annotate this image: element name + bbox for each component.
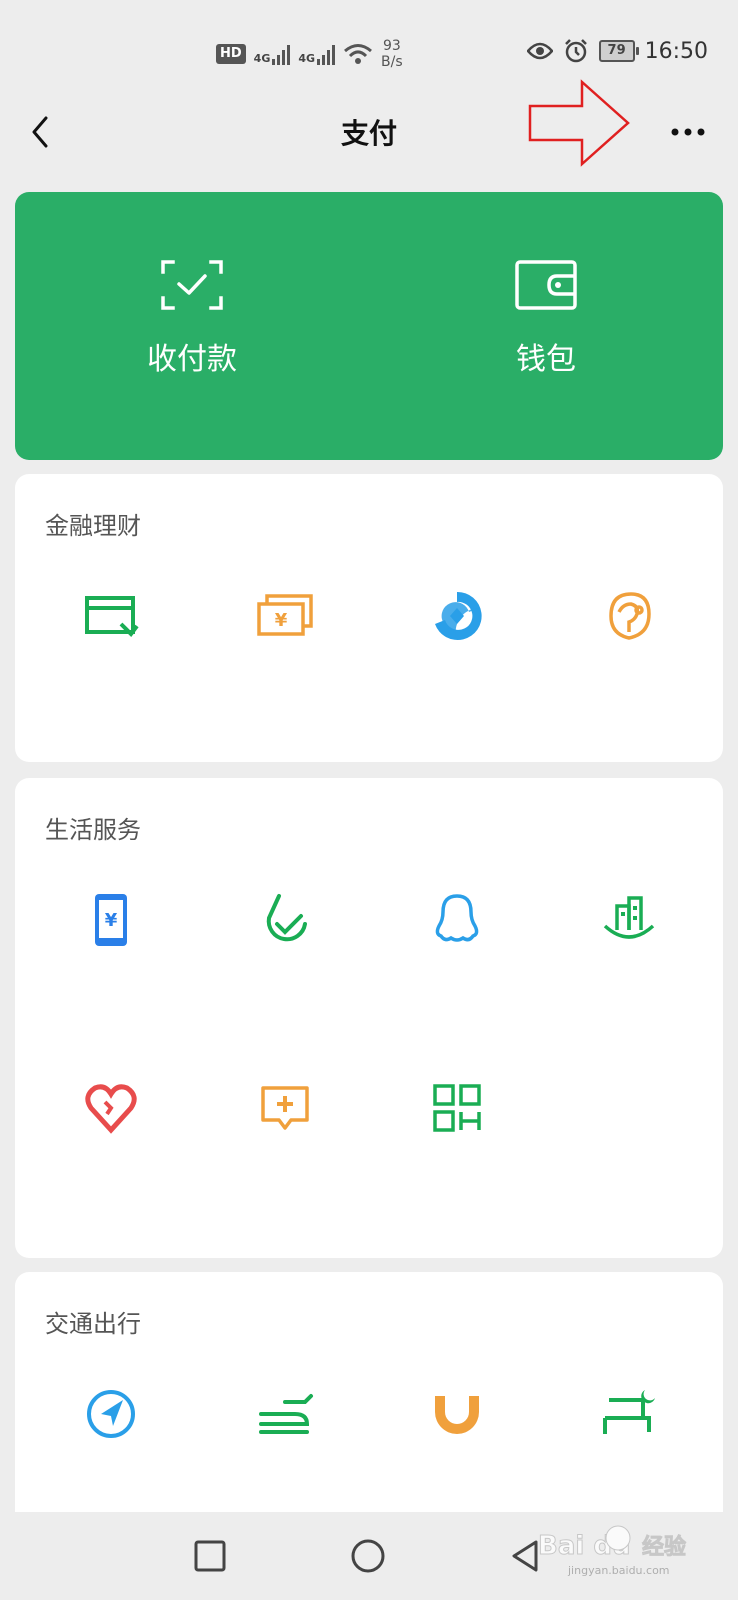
watermark-url: jingyan.baidu.com xyxy=(567,1564,670,1577)
pay-banner: 收付款 钱包 xyxy=(15,192,723,460)
status-left: HD 4G 4G 93 B/s xyxy=(216,36,403,72)
wallet-button[interactable]: 钱包 xyxy=(369,192,723,460)
signal-bars-icon xyxy=(272,43,291,65)
signal-2: 4G xyxy=(298,43,336,65)
section-finance: 金融理财 ¥ xyxy=(15,474,723,762)
net-speed-value: 93 xyxy=(382,38,401,54)
wifi-icon xyxy=(344,44,373,64)
navigation-icon[interactable] xyxy=(81,1384,141,1444)
home-button[interactable] xyxy=(346,1534,390,1578)
recent-apps-button[interactable] xyxy=(188,1534,232,1578)
net-type-2: 4G xyxy=(298,52,316,65)
section-title: 金融理财 xyxy=(45,512,141,540)
section-title: 生活服务 xyxy=(45,816,141,844)
city-services-icon[interactable] xyxy=(599,890,659,950)
q-coin-icon[interactable] xyxy=(427,890,487,950)
screen: HD 4G 4G 93 B/s 79 16:50 支付 收付款 钱包 金融理财 … xyxy=(0,0,738,1600)
hd-badge: HD xyxy=(216,44,246,64)
scan-check-icon xyxy=(161,260,223,310)
wallet-icon xyxy=(515,260,577,310)
section-title: 交通出行 xyxy=(45,1310,141,1338)
section-life-services: 生活服务 ¥ xyxy=(15,778,723,1258)
utilities-icon[interactable] xyxy=(255,890,315,950)
medical-icon[interactable] xyxy=(255,1078,315,1138)
insurance-icon[interactable] xyxy=(599,586,659,646)
receive-pay-label: 收付款 xyxy=(147,342,237,377)
net-speed-unit: B/s xyxy=(381,54,403,70)
triangle-back-icon xyxy=(512,1540,538,1572)
wallet-label: 钱包 xyxy=(516,342,576,377)
mobile-topup-icon[interactable]: ¥ xyxy=(81,890,141,950)
svg-text:¥: ¥ xyxy=(275,610,288,631)
svg-text:¥: ¥ xyxy=(105,910,118,931)
hotel-icon[interactable] xyxy=(599,1384,659,1444)
alarm-icon xyxy=(564,39,587,63)
circle-icon xyxy=(351,1539,385,1573)
battery-icon: 79 xyxy=(598,40,639,62)
signal-1: 4G xyxy=(254,43,291,65)
more-button[interactable] xyxy=(668,114,708,150)
qr-code-icon[interactable] xyxy=(427,1078,487,1138)
credit-card-repay-icon[interactable] xyxy=(81,586,141,646)
square-icon xyxy=(194,1540,226,1572)
net-type-1: 4G xyxy=(253,52,271,65)
net-speed: 93 B/s xyxy=(381,38,403,70)
didi-ride-icon[interactable] xyxy=(427,1384,487,1444)
receive-pay-button[interactable]: 收付款 xyxy=(15,192,369,460)
eye-icon xyxy=(526,42,553,60)
signal-bars-icon xyxy=(317,43,336,65)
clock: 16:50 xyxy=(644,38,708,64)
licaitong-icon[interactable] xyxy=(427,586,487,646)
more-dots-icon xyxy=(671,128,705,136)
wealth-management-icon[interactable]: ¥ xyxy=(255,586,315,646)
status-right: 79 16:50 xyxy=(526,38,708,64)
annotation-arrow-icon xyxy=(528,79,630,167)
train-flight-icon[interactable] xyxy=(255,1384,315,1444)
watermark-suffix: 经验 xyxy=(642,1534,686,1560)
charity-icon[interactable] xyxy=(81,1078,141,1138)
baidu-jingyan-watermark: Bai du 经验 jingyan.baidu.com xyxy=(538,1525,686,1577)
